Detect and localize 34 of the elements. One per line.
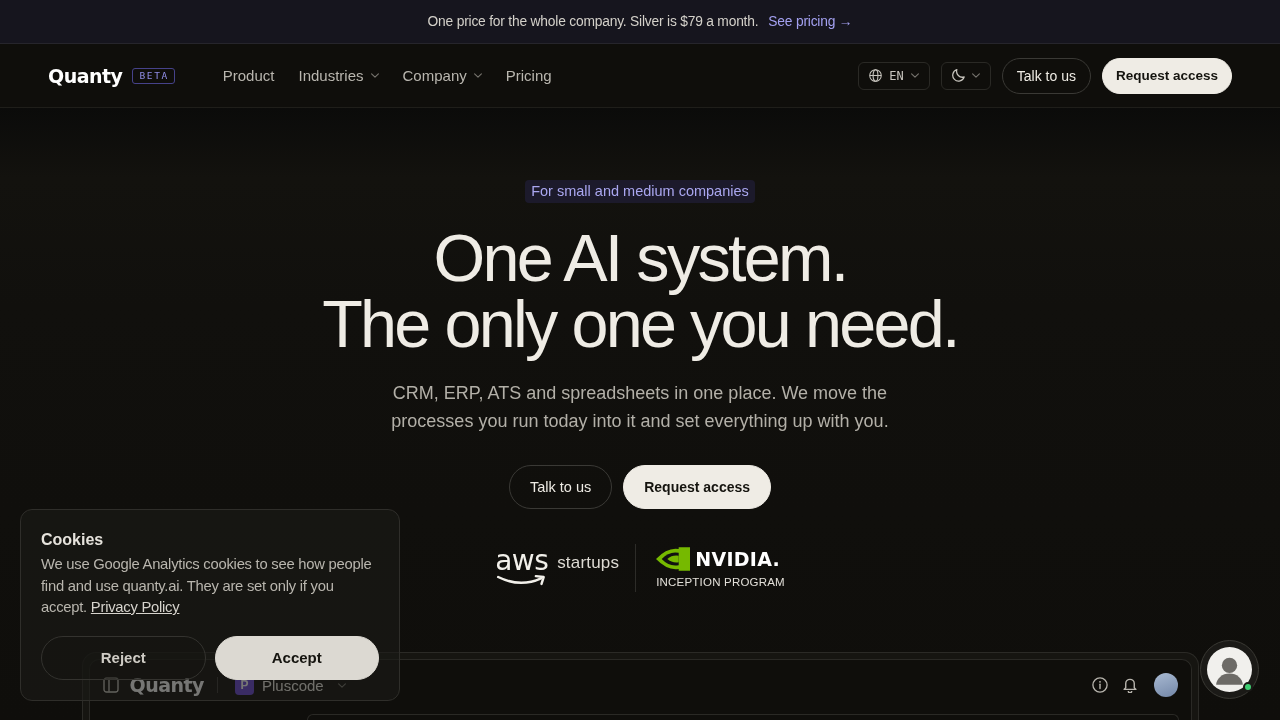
nav-link[interactable]: Company: [402, 67, 482, 84]
avatar-icon[interactable]: [1153, 673, 1178, 697]
request-access-button[interactable]: Request access: [623, 465, 772, 509]
sidebar-toggle-icon: [102, 677, 119, 693]
globe-icon: [869, 69, 883, 82]
partner-label: INCEPTION PROGRAM: [656, 576, 785, 588]
cookie-title: Cookies: [41, 530, 105, 550]
announcement-text: One price for the whole company. Silver is $79 a month.: [427, 14, 759, 29]
language-button[interactable]: EN: [858, 61, 930, 90]
reject-button[interactable]: Reject: [41, 635, 206, 680]
bell-icon: [1121, 677, 1138, 693]
partner-label: startups: [557, 553, 620, 573]
moon-icon: [951, 69, 965, 82]
info-icon: [1091, 677, 1108, 693]
partner-wordmark: NVIDIA.: [695, 548, 781, 570]
chevron-down-icon: [910, 73, 919, 78]
nav-link[interactable]: Product: [222, 67, 275, 84]
hero-subtitle: CRM, ERP, ATS and spreadsheets in one place. We move the processes you run today into it and set everything up with you.: [390, 382, 890, 433]
see-pricing-link[interactable]: See pricing →: [768, 14, 853, 29]
request-access-button[interactable]: Request access: [1101, 57, 1232, 94]
quanty-logo[interactable]: Quanty: [48, 64, 123, 87]
accept-button[interactable]: Accept: [214, 635, 379, 680]
privacy-policy-link[interactable]: Privacy Policy: [90, 599, 180, 615]
chevron-down-icon: [971, 73, 980, 78]
nav-link[interactable]: Industries: [298, 67, 379, 84]
beta-badge: BETA: [131, 67, 175, 84]
theme-button[interactable]: [940, 61, 991, 90]
partner-wordmark: aws: [495, 548, 549, 574]
chevron-down-icon: [337, 682, 346, 688]
avatar-silhouette-icon: [1207, 647, 1252, 692]
cookie-notice-text: We use Google Analytics cookies to see how people find and use quanty.ai. They are set only if you accept. Privacy Policy: [41, 555, 373, 617]
audience-tag: For small and medium companies: [525, 180, 755, 203]
eye-logo-icon: [656, 547, 691, 571]
nav-link[interactable]: Pricing: [505, 67, 552, 84]
